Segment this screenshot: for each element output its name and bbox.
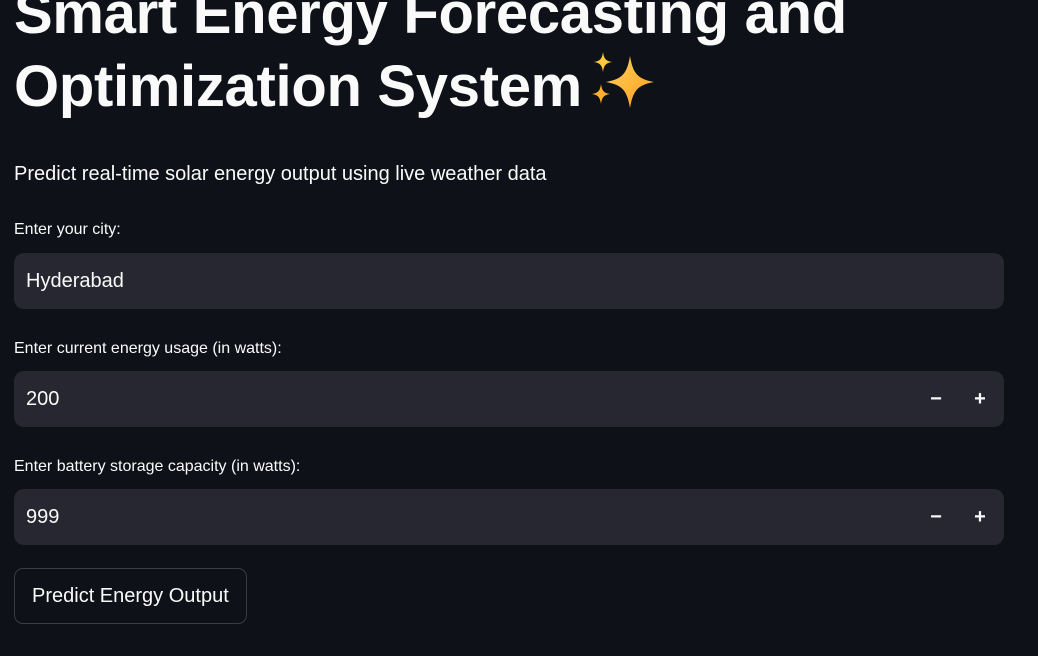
city-input[interactable] — [14, 253, 1004, 309]
battery-capacity-label: Enter battery storage capacity (in watts… — [14, 458, 301, 475]
page-title-line-1: Smart Energy Forecasting and — [14, 0, 847, 46]
energy-usage-label: Enter current energy usage (in watts): — [14, 340, 282, 357]
energy-usage-input-container: − + — [14, 371, 1004, 427]
energy-usage-decrement-button[interactable]: − — [916, 379, 956, 419]
sparkles-icon — [591, 52, 654, 108]
page-title-line-2-text: Optimization System — [14, 54, 582, 119]
predict-energy-output-button[interactable]: Predict Energy Output — [14, 568, 247, 624]
page-title-line-2: Optimization System — [14, 50, 1014, 123]
energy-usage-increment-button[interactable]: + — [960, 379, 1000, 419]
page-title: Smart Energy Forecasting and Optimizatio… — [14, 0, 1014, 123]
battery-capacity-decrement-button[interactable]: − — [916, 497, 956, 537]
battery-capacity-increment-button[interactable]: + — [960, 497, 1000, 537]
app-page: Smart Energy Forecasting and Optimizatio… — [0, 0, 1038, 656]
city-input-container — [14, 253, 1004, 309]
city-label: Enter your city: — [14, 221, 121, 238]
battery-capacity-input[interactable] — [14, 489, 874, 545]
energy-usage-input[interactable] — [14, 371, 874, 427]
page-subtitle: Predict real-time solar energy output us… — [14, 163, 547, 185]
battery-capacity-input-container: − + — [14, 489, 1004, 545]
